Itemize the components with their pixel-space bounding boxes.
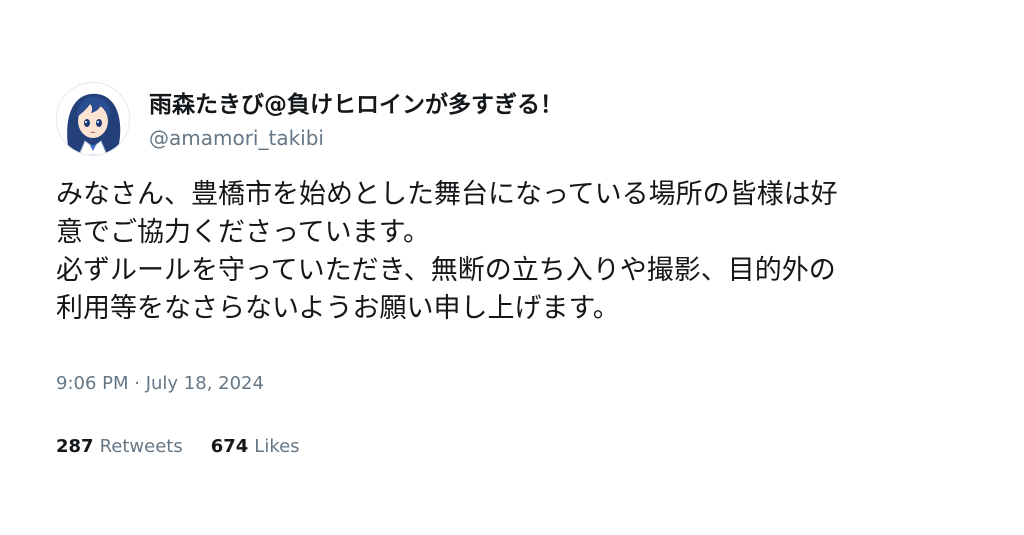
retweets-label: Retweets bbox=[99, 436, 183, 457]
likes-count: 674 bbox=[210, 436, 249, 457]
tweet-text-line: みなさん、豊橋市を始めとした舞台になっている場所の皆様は好 bbox=[56, 179, 838, 210]
tweet-header: 雨森たきび@負けヒロインが多すぎる！ @amamori_takibi bbox=[56, 78, 968, 160]
tweet-text-line: 必ずルールを守っていただき、無断の立ち入りや撮影、目的外の bbox=[56, 255, 836, 286]
author-handle[interactable]: @amamori_takibi bbox=[149, 124, 563, 152]
likes-stat[interactable]: 674 Likes bbox=[211, 435, 300, 459]
tweet-text-line: 意でご協力くださっています。 bbox=[56, 217, 430, 248]
tweet-text: みなさん、豊橋市を始めとした舞台になっている場所の皆様は好 意でご協力くださって… bbox=[56, 176, 968, 328]
author-display-name[interactable]: 雨森たきび@負けヒロインが多すぎる！ bbox=[149, 90, 563, 120]
retweets-count: 287 bbox=[56, 436, 94, 457]
retweets-stat[interactable]: 287 Retweets bbox=[56, 435, 183, 459]
tweet-card: 雨森たきび@負けヒロインが多すぎる！ @amamori_takibi みなさん、… bbox=[56, 78, 968, 459]
likes-label: Likes bbox=[254, 436, 300, 457]
tweet-stats: 287 Retweets 674 Likes bbox=[56, 435, 968, 459]
anime-girl-avatar-icon[interactable] bbox=[56, 82, 130, 156]
tweet-timestamp[interactable]: 9:06 PM · July 18, 2024 bbox=[56, 372, 968, 396]
author-names: 雨森たきび@負けヒロインが多すぎる！ @amamori_takibi bbox=[149, 86, 563, 152]
tweet-text-line: 利用等をなさらないようお願い申し上げます。 bbox=[56, 293, 620, 324]
